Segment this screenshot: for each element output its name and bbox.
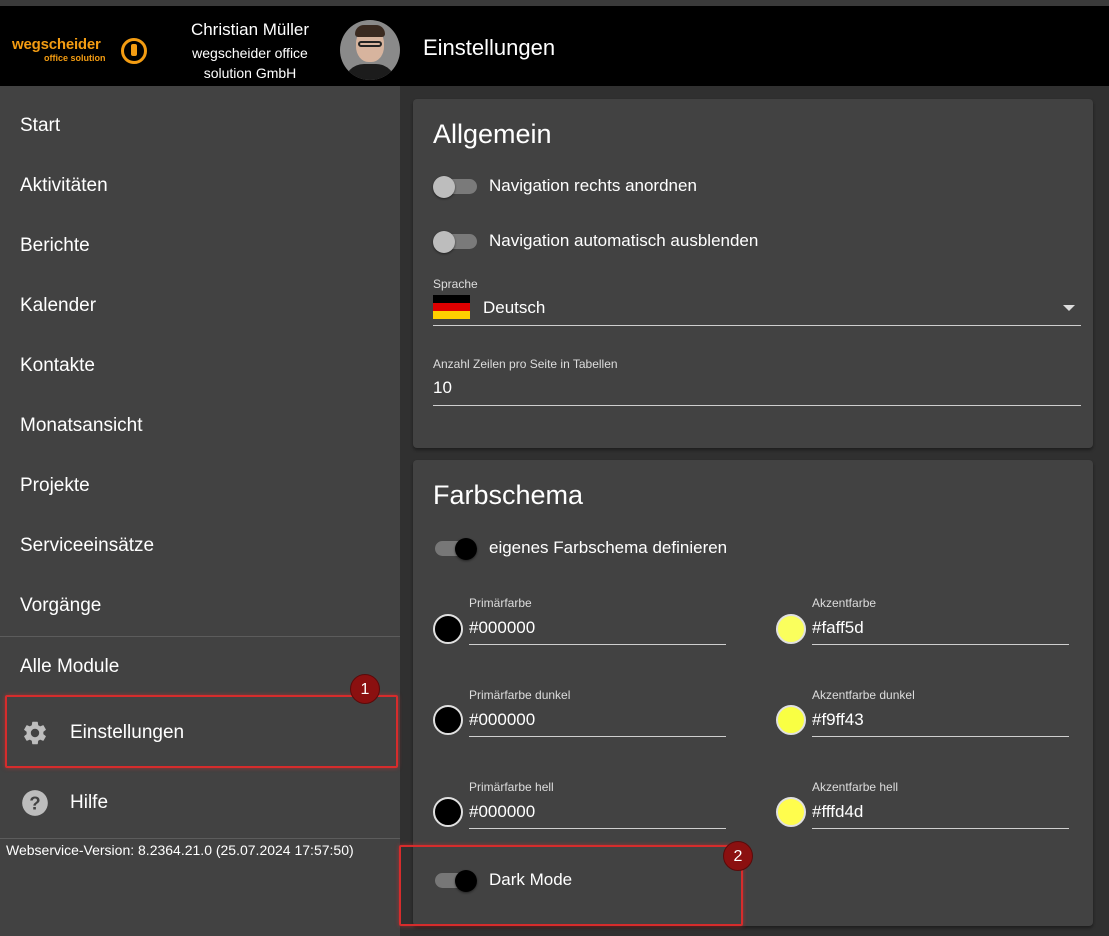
logo-mark-icon [121,38,147,64]
rows-per-page-value: 10 [433,378,452,397]
highlight-box-settings [5,695,398,768]
sidebar-item-alle-module[interactable]: Alle Module [0,637,400,697]
nav-right-toggle[interactable] [433,176,479,198]
sidebar-item-label: Serviceeinsätze [20,535,155,556]
help-icon: ? [22,790,48,816]
field-label: Sprache [433,277,478,291]
user-name: Christian Müller [190,20,310,39]
accent-light-color-swatch[interactable] [776,797,806,827]
step-badge: 2 [723,841,753,871]
language-select[interactable]: Sprache Deutsch [433,277,1081,327]
sidebar-item-label: Berichte [20,235,90,256]
field-value: #faff5d [812,618,864,637]
primary-light-color-swatch[interactable] [433,797,463,827]
sidebar-item-berichte[interactable]: Berichte [0,216,400,276]
sidebar: Start Aktivitäten Berichte Kalender Kont… [0,86,400,936]
field-label: Primärfarbe dunkel [469,688,571,702]
sidebar-item-label: Alle Module [20,656,120,677]
sidebar-item-aktivitaeten[interactable]: Aktivitäten [0,156,400,216]
field-label: Akzentfarbe hell [812,780,899,794]
sidebar-item-label: Hilfe [70,792,109,813]
sidebar-item-start[interactable]: Start [0,96,400,156]
sidebar-item-label: Kontakte [20,355,95,376]
nav-autohide-toggle-row[interactable]: Navigation automatisch ausblenden [433,227,833,257]
page-title: Einstellungen [423,35,556,60]
field-label: Primärfarbe hell [469,780,554,794]
highlight-box-dark-mode [399,845,743,926]
chevron-down-icon [1063,305,1075,311]
sidebar-divider [0,838,400,839]
sidebar-item-label: Aktivitäten [20,175,108,196]
version-info: Webservice-Version: 8.2364.21.0 (25.07.2… [6,842,354,858]
field-value: #000000 [469,802,536,821]
toggle-label: eigenes Farbschema definieren [489,538,728,557]
app-header: wegscheider office solution Christian Mü… [0,6,1109,86]
avatar[interactable] [340,20,400,80]
sidebar-item-label: Kalender [20,295,97,316]
nav-autohide-toggle[interactable] [433,231,479,253]
nav-right-toggle-row[interactable]: Navigation rechts anordnen [433,172,833,202]
sidebar-item-kalender[interactable]: Kalender [0,276,400,336]
field-value: #f9ff43 [812,710,864,729]
accent-dark-color-field[interactable]: Akzentfarbe dunkel #f9ff43 [812,688,1069,738]
card-title: Allgemein [433,119,552,149]
svg-text:?: ? [29,792,40,813]
rows-per-page-field[interactable]: Anzahl Zeilen pro Seite in Tabellen 10 [433,357,1081,407]
company-logo[interactable]: wegscheider office solution [12,36,152,70]
accent-color-swatch[interactable] [776,614,806,644]
sidebar-item-vorgaenge[interactable]: Vorgänge [0,576,400,636]
sidebar-item-label: Vorgänge [20,595,102,616]
german-flag-icon [433,295,470,319]
primary-light-color-field[interactable]: Primärfarbe hell #000000 [469,780,726,830]
language-value: Deutsch [483,298,546,317]
sidebar-item-serviceeinsaetze[interactable]: Serviceeinsätze [0,516,400,576]
sidebar-item-kontakte[interactable]: Kontakte [0,336,400,396]
accent-dark-color-swatch[interactable] [776,705,806,735]
field-value: #000000 [469,710,536,729]
primary-color-swatch[interactable] [433,614,463,644]
sidebar-item-monatsansicht[interactable]: Monatsansicht [0,396,400,456]
toggle-label: Navigation rechts anordnen [489,176,697,195]
field-value: #fffd4d [812,802,864,821]
accent-light-color-field[interactable]: Akzentfarbe hell #fffd4d [812,780,1069,830]
sidebar-item-label: Start [20,115,61,136]
field-label: Anzahl Zeilen pro Seite in Tabellen [433,357,618,371]
custom-scheme-toggle-row[interactable]: eigenes Farbschema definieren [433,534,833,564]
step-badge: 1 [350,674,380,704]
accent-color-field[interactable]: Akzentfarbe #faff5d [812,596,1069,646]
logo-subtitle: office solution [44,53,106,63]
primary-dark-color-field[interactable]: Primärfarbe dunkel #000000 [469,688,726,738]
card-general: Allgemein Navigation rechts anordnen Nav… [413,99,1093,448]
field-label: Akzentfarbe [812,596,877,610]
card-title: Farbschema [433,480,584,510]
sidebar-item-projekte[interactable]: Projekte [0,456,400,516]
sidebar-item-label: Monatsansicht [20,415,143,436]
primary-dark-color-swatch[interactable] [433,705,463,735]
toggle-label: Navigation automatisch ausblenden [489,231,759,250]
field-label: Akzentfarbe dunkel [812,688,915,702]
field-value: #000000 [469,618,536,637]
field-label: Primärfarbe [469,596,532,610]
primary-color-field[interactable]: Primärfarbe #000000 [469,596,726,646]
sidebar-item-label: Projekte [20,475,90,496]
logo-word: wegscheider [12,36,101,53]
user-company: wegscheider office solution GmbH [192,45,308,81]
custom-scheme-toggle[interactable] [433,538,479,560]
sidebar-item-hilfe[interactable]: ? Hilfe [0,773,400,833]
